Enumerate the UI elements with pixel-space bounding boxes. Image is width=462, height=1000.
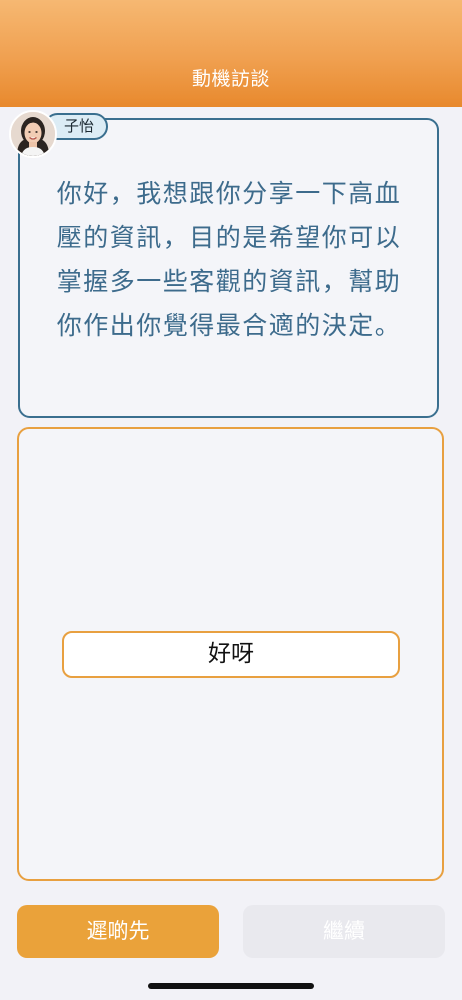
choice-button-ok[interactable]: 好呀 — [62, 631, 400, 678]
speech-card: 你好，我想跟你分享一下高血壓的資訊，目的是希望你可以掌握多一些客觀的資訊，幫助你… — [18, 118, 439, 418]
continue-button[interactable]: 繼續 — [243, 905, 445, 958]
woman-portrait-icon — [9, 110, 57, 158]
home-indicator — [148, 983, 314, 989]
avatar-image — [11, 112, 55, 156]
app-header: 動機訪談 — [0, 0, 462, 107]
page-title: 動機訪談 — [191, 68, 270, 90]
later-button[interactable]: 遲啲先 — [17, 905, 219, 958]
speech-message: 你好，我想跟你分享一下高血壓的資訊，目的是希望你可以掌握多一些客觀的資訊，幫助你… — [56, 179, 402, 340]
